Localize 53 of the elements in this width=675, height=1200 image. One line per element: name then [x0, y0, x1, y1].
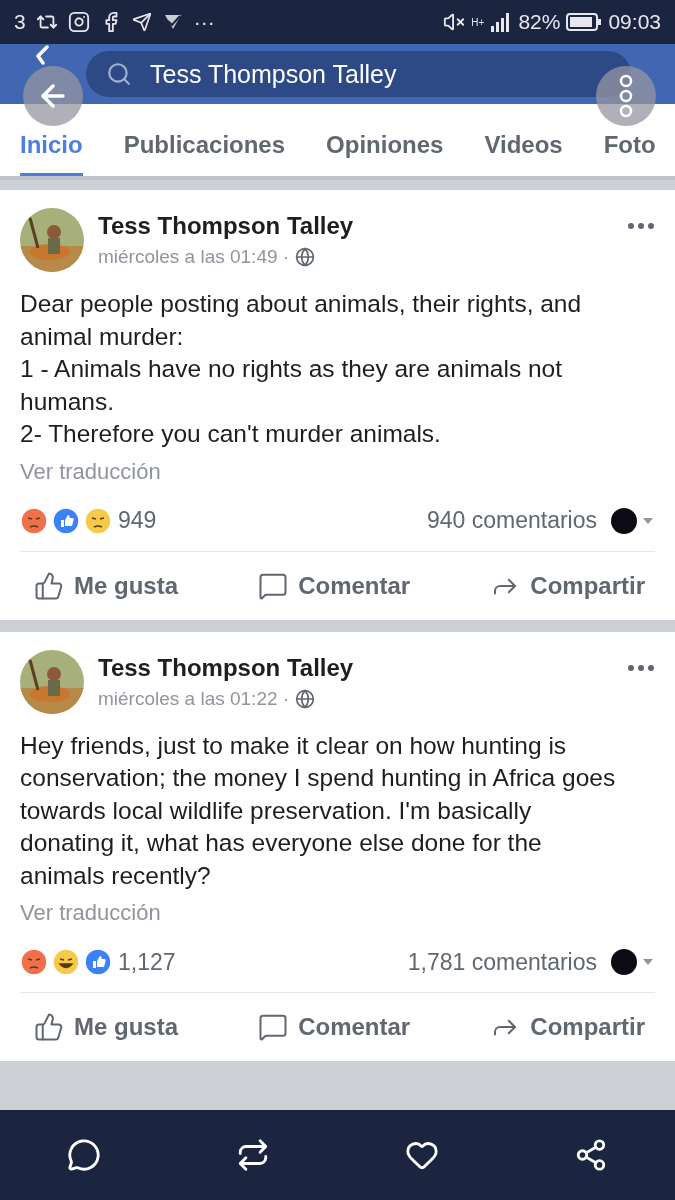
more-options-icon[interactable]	[627, 222, 655, 230]
profile-switcher-icon[interactable]	[611, 506, 655, 535]
like-button[interactable]: Me gusta	[34, 570, 178, 601]
more-options-icon[interactable]	[627, 663, 655, 672]
network-type: H+	[471, 16, 485, 28]
share-button[interactable]: Compartir	[490, 570, 645, 601]
search-icon	[106, 61, 132, 87]
more-notifications: ···	[193, 10, 215, 34]
post-text: Dear people posting about animals, their rights, and animal murder:	[20, 289, 583, 352]
comment-button[interactable]: Comentar	[258, 1012, 411, 1042]
speech-bubble-icon	[258, 1012, 289, 1042]
comment-button[interactable]: Comentar	[258, 570, 411, 601]
comment-count[interactable]: 940 comentarios	[426, 507, 597, 534]
reply-icon[interactable]	[67, 1138, 102, 1172]
tab[interactable]: Videos	[484, 131, 563, 176]
angry-reaction-icon	[20, 948, 48, 976]
post-time: miércoles a las 01:22 ·	[98, 687, 290, 710]
translation-link[interactable]: Ver traducción	[20, 900, 161, 925]
globe-icon	[295, 247, 316, 267]
comment-count[interactable]: 1,781 comentarios	[407, 948, 597, 976]
battery-percent: 82%	[518, 10, 561, 34]
tab[interactable]: Publicaciones	[123, 131, 286, 176]
angry-reaction-icon	[20, 506, 48, 535]
reaction-count[interactable]: 949	[118, 507, 157, 534]
like-reaction-icon	[52, 506, 80, 535]
search-field[interactable]: Tess Thompson Talley	[86, 51, 631, 97]
share-button[interactable]: Compartir	[490, 1012, 645, 1042]
translation-link[interactable]: Ver traducción	[20, 458, 161, 484]
thumbs-up-icon	[34, 1012, 64, 1042]
post-text: 2- Therefore you can't murder animals.	[20, 419, 442, 449]
author-name[interactable]: Tess Thompson Talley	[98, 653, 354, 682]
send-icon	[131, 12, 152, 32]
notification-count: 3	[14, 10, 26, 34]
back-icon[interactable]	[34, 45, 50, 65]
tab[interactable]: Foto	[603, 131, 656, 176]
clock: 09:03	[608, 10, 661, 34]
post-time: miércoles a las 01:49 ·	[98, 246, 290, 268]
post-text: Hey friends, just to make it clear on how hunting is conservation; the money I spend hunting in Africa goes towards local wildlife preservation. I'm basically donating it, what has everyone else done for the animals recently?	[20, 730, 617, 891]
reaction-count[interactable]: 1,127	[118, 948, 176, 976]
profile-switcher-icon[interactable]	[611, 948, 655, 976]
vertical-dots-icon	[619, 74, 633, 118]
author-name[interactable]: Tess Thompson Talley	[98, 212, 354, 240]
globe-icon	[295, 688, 316, 709]
tab[interactable]: Inicio	[20, 131, 83, 176]
like-button[interactable]: Me gusta	[34, 1012, 178, 1042]
thumbs-up-icon	[34, 570, 64, 601]
post-text: 1 - Animals have no rights as they are animals not humans.	[20, 354, 563, 417]
tab[interactable]: Opiniones	[326, 131, 444, 176]
like-reaction-icon	[84, 948, 112, 976]
instagram-icon	[67, 11, 90, 33]
mute-icon	[443, 11, 466, 33]
battery-icon	[566, 13, 603, 31]
laughing-reaction-icon	[52, 948, 80, 976]
